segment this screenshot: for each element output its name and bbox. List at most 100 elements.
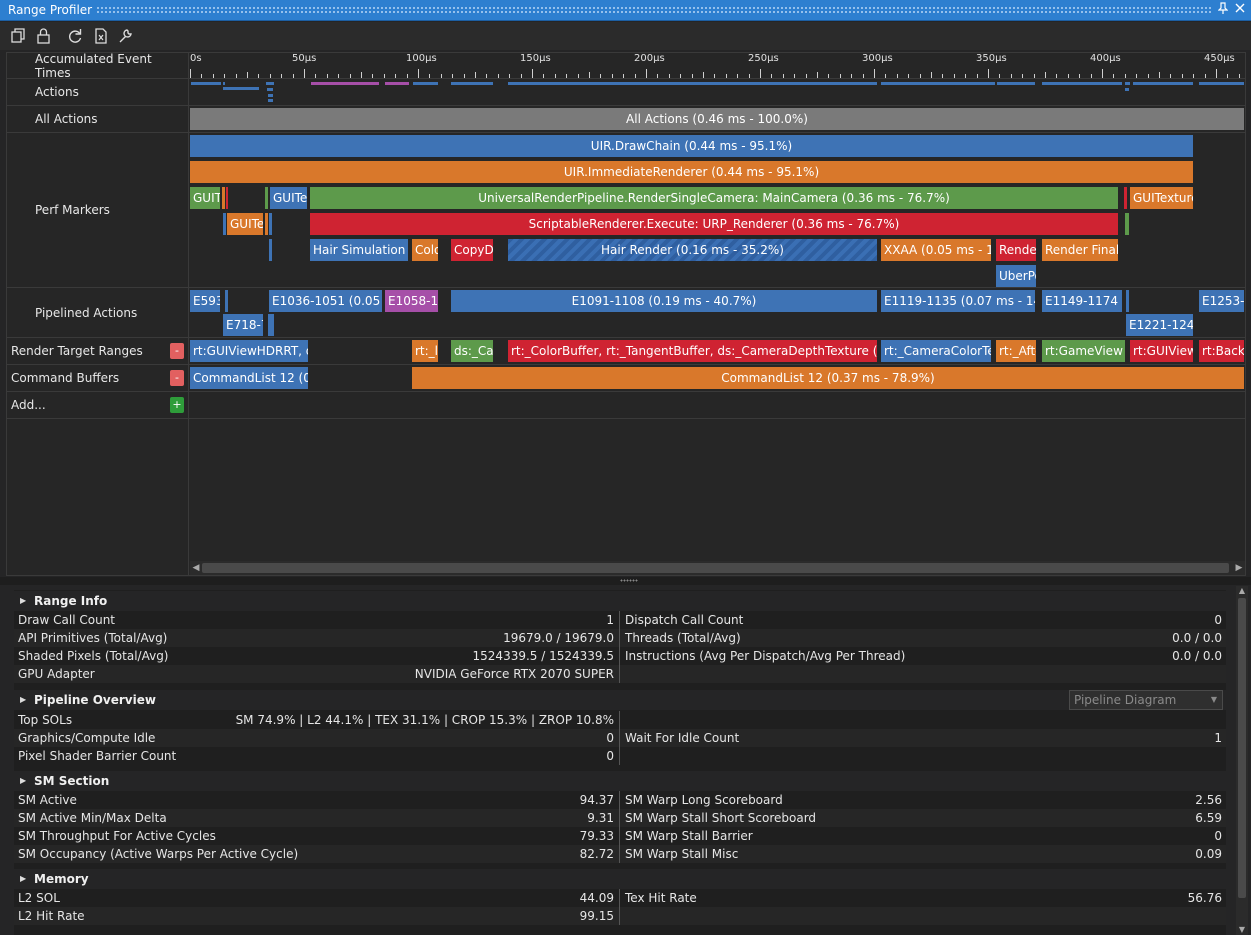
marker-draw-chain[interactable]: UIR.DrawChain (0.44 ms - 95.1%) bbox=[190, 135, 1193, 157]
render-target-range[interactable]: rt:GUIView bbox=[1130, 340, 1193, 362]
marker-small[interactable] bbox=[226, 187, 228, 209]
render-target-range[interactable]: rt:_l bbox=[412, 340, 438, 362]
render-target-range[interactable]: rt:Back bbox=[1199, 340, 1244, 362]
section-header-range-info[interactable]: ▶ Range Info bbox=[14, 591, 1226, 611]
time-ruler[interactable]: 0s 50µs 100µs 150µs 200µs 250µs 300µs 350µs 400µ… bbox=[190, 53, 1245, 78]
action-mark[interactable] bbox=[385, 82, 409, 85]
render-target-range[interactable]: rt:GameView RT bbox=[1042, 340, 1125, 362]
marker-immediate-renderer[interactable]: UIR.ImmediateRenderer (0.44 ms - 95.1%) bbox=[190, 161, 1193, 183]
marker-small[interactable] bbox=[269, 213, 272, 235]
scroll-right-icon[interactable]: ▶ bbox=[1233, 561, 1245, 575]
command-buffer[interactable]: CommandList 12 (0.37 ms - 78.9%) bbox=[412, 367, 1244, 389]
marker-small[interactable] bbox=[222, 187, 225, 209]
scroll-up-icon[interactable]: ▲ bbox=[1236, 586, 1248, 596]
collapse-triangle-icon[interactable]: ▶ bbox=[20, 690, 26, 710]
lock-icon[interactable] bbox=[35, 27, 53, 45]
marker-small[interactable] bbox=[269, 239, 272, 261]
export-icon[interactable] bbox=[92, 27, 110, 45]
pipelined-action[interactable]: E593 bbox=[190, 290, 220, 312]
pipelined-action[interactable]: E1119-1135 (0.07 ms - 14.8%) bbox=[881, 290, 1035, 312]
pipelined-actions-track[interactable]: E593 E1036-1051 (0.05 ms) E1058-1089 E10… bbox=[190, 288, 1245, 337]
action-mark[interactable] bbox=[1199, 82, 1244, 85]
collapse-triangle-icon[interactable]: ▶ bbox=[20, 869, 26, 889]
pipelined-action[interactable] bbox=[268, 314, 274, 336]
action-mark[interactable] bbox=[311, 82, 379, 85]
collapse-triangle-icon[interactable]: ▶ bbox=[20, 591, 26, 611]
pipelined-action[interactable]: E1253-1266 bbox=[1199, 290, 1244, 312]
action-mark[interactable] bbox=[1125, 88, 1129, 91]
pipelined-action[interactable]: E718-720 bbox=[223, 314, 263, 336]
marker-hair-simulation[interactable]: Hair Simulation (0.04 ms) bbox=[310, 239, 408, 261]
scrollbar-thumb[interactable] bbox=[1238, 598, 1246, 898]
scroll-down-icon[interactable]: ▼ bbox=[1236, 925, 1248, 935]
marker-small[interactable] bbox=[223, 213, 226, 235]
pipelined-action[interactable]: E1036-1051 (0.05 ms) bbox=[269, 290, 382, 312]
render-target-range[interactable]: rt:GUIViewHDRRT, ds bbox=[190, 340, 308, 362]
section-header-memory[interactable]: ▶ Memory bbox=[14, 869, 1226, 889]
marker-small[interactable] bbox=[1124, 187, 1127, 209]
horizontal-scrollbar[interactable]: ◀ ▶ bbox=[190, 561, 1245, 575]
pipelined-action[interactable]: E1091-1108 (0.19 ms - 40.7%) bbox=[451, 290, 877, 312]
render-target-range[interactable]: rt:_AfterPostProcess bbox=[996, 340, 1036, 362]
wrench-icon[interactable] bbox=[117, 27, 135, 45]
panel-splitter[interactable] bbox=[0, 577, 1251, 585]
action-mark[interactable] bbox=[451, 82, 493, 85]
marker-gui-texture[interactable]: GUITexture bbox=[190, 187, 220, 209]
pin-icon[interactable] bbox=[1216, 2, 1230, 18]
action-mark[interactable] bbox=[1042, 82, 1122, 85]
marker-main-camera[interactable]: UniversalRenderPipeline.RenderSingleCame… bbox=[310, 187, 1118, 209]
section-header-pipeline-overview[interactable]: ▶ Pipeline Overview bbox=[14, 690, 1226, 710]
pipelined-action[interactable]: E1058-1089 bbox=[385, 290, 438, 312]
command-buffers-track[interactable]: CommandList 12 (0.04 ms) CommandList 12 … bbox=[190, 365, 1245, 391]
copy-icon[interactable] bbox=[9, 27, 27, 45]
action-mark[interactable] bbox=[1125, 82, 1130, 85]
vertical-scrollbar[interactable]: ▲ ▼ bbox=[1236, 586, 1248, 935]
pipelined-action[interactable]: E1149-1174 (0.04 ms) bbox=[1042, 290, 1122, 312]
marker-small[interactable] bbox=[265, 187, 268, 209]
command-buffer[interactable]: CommandList 12 (0.04 ms) bbox=[190, 367, 308, 389]
marker-color[interactable]: Color bbox=[412, 239, 438, 261]
action-mark[interactable] bbox=[191, 82, 221, 85]
action-mark[interactable] bbox=[267, 88, 273, 91]
scroll-left-icon[interactable]: ◀ bbox=[190, 561, 202, 575]
action-mark[interactable] bbox=[881, 82, 995, 85]
pipeline-diagram-dropdown[interactable]: Pipeline Diagram ▼ bbox=[1069, 690, 1223, 710]
render-target-range[interactable]: rt:_ColorBuffer, rt:_TangentBuffer, ds:_… bbox=[508, 340, 877, 362]
marker-render-final[interactable]: Render Final bbox=[1042, 239, 1118, 261]
action-mark[interactable] bbox=[413, 82, 438, 85]
collapse-triangle-icon[interactable]: ▶ bbox=[20, 771, 26, 791]
marker-render[interactable]: Render bbox=[996, 239, 1036, 261]
scrollbar-thumb[interactable] bbox=[202, 563, 1229, 573]
remove-row-button[interactable]: - bbox=[170, 343, 184, 359]
marker-xxaa[interactable]: XXAA (0.05 ms - 10.4%) bbox=[881, 239, 991, 261]
action-mark[interactable] bbox=[266, 82, 274, 85]
action-mark[interactable] bbox=[997, 82, 1035, 85]
close-icon[interactable] bbox=[1233, 2, 1247, 18]
remove-row-button[interactable]: - bbox=[170, 370, 184, 386]
marker-copy-depth[interactable]: CopyDepth bbox=[451, 239, 493, 261]
refresh-icon[interactable] bbox=[66, 27, 84, 45]
marker-small[interactable] bbox=[1125, 213, 1129, 235]
marker-uberpost[interactable]: UberPost bbox=[996, 265, 1036, 287]
marker-gui-texture[interactable]: GUITexture bbox=[227, 213, 263, 235]
marker-small[interactable] bbox=[265, 213, 268, 235]
marker-gui-texture-right[interactable]: GUITexture bbox=[1130, 187, 1193, 209]
marker-hair-render[interactable]: Hair Render (0.16 ms - 35.2%) bbox=[508, 239, 877, 261]
actions-track[interactable] bbox=[190, 79, 1245, 105]
render-target-range[interactable]: ds:_CameraDepth bbox=[451, 340, 493, 362]
render-target-track[interactable]: rt:GUIViewHDRRT, ds rt:_l ds:_CameraDept… bbox=[190, 338, 1245, 364]
all-actions-track[interactable]: All Actions (0.46 ms - 100.0%) bbox=[190, 106, 1245, 132]
section-header-sm-section[interactable]: ▶ SM Section bbox=[14, 771, 1226, 791]
pipelined-action[interactable] bbox=[1126, 290, 1129, 312]
action-mark[interactable] bbox=[223, 87, 259, 90]
titlebar-grip[interactable] bbox=[96, 6, 1211, 14]
action-mark[interactable] bbox=[508, 82, 877, 85]
action-mark[interactable] bbox=[223, 82, 225, 85]
marker-gui-texture[interactable]: GUITexture bbox=[270, 187, 307, 209]
pipelined-action[interactable] bbox=[225, 290, 228, 312]
marker-scriptable-renderer[interactable]: ScriptableRenderer.Execute: URP_Renderer… bbox=[310, 213, 1118, 235]
action-mark[interactable] bbox=[268, 99, 273, 102]
perf-markers-track[interactable]: UIR.DrawChain (0.44 ms - 95.1%) UIR.Imme… bbox=[190, 133, 1245, 287]
all-actions-bar[interactable]: All Actions (0.46 ms - 100.0%) bbox=[190, 108, 1244, 130]
render-target-range[interactable]: rt:_CameraColorTexture bbox=[881, 340, 991, 362]
